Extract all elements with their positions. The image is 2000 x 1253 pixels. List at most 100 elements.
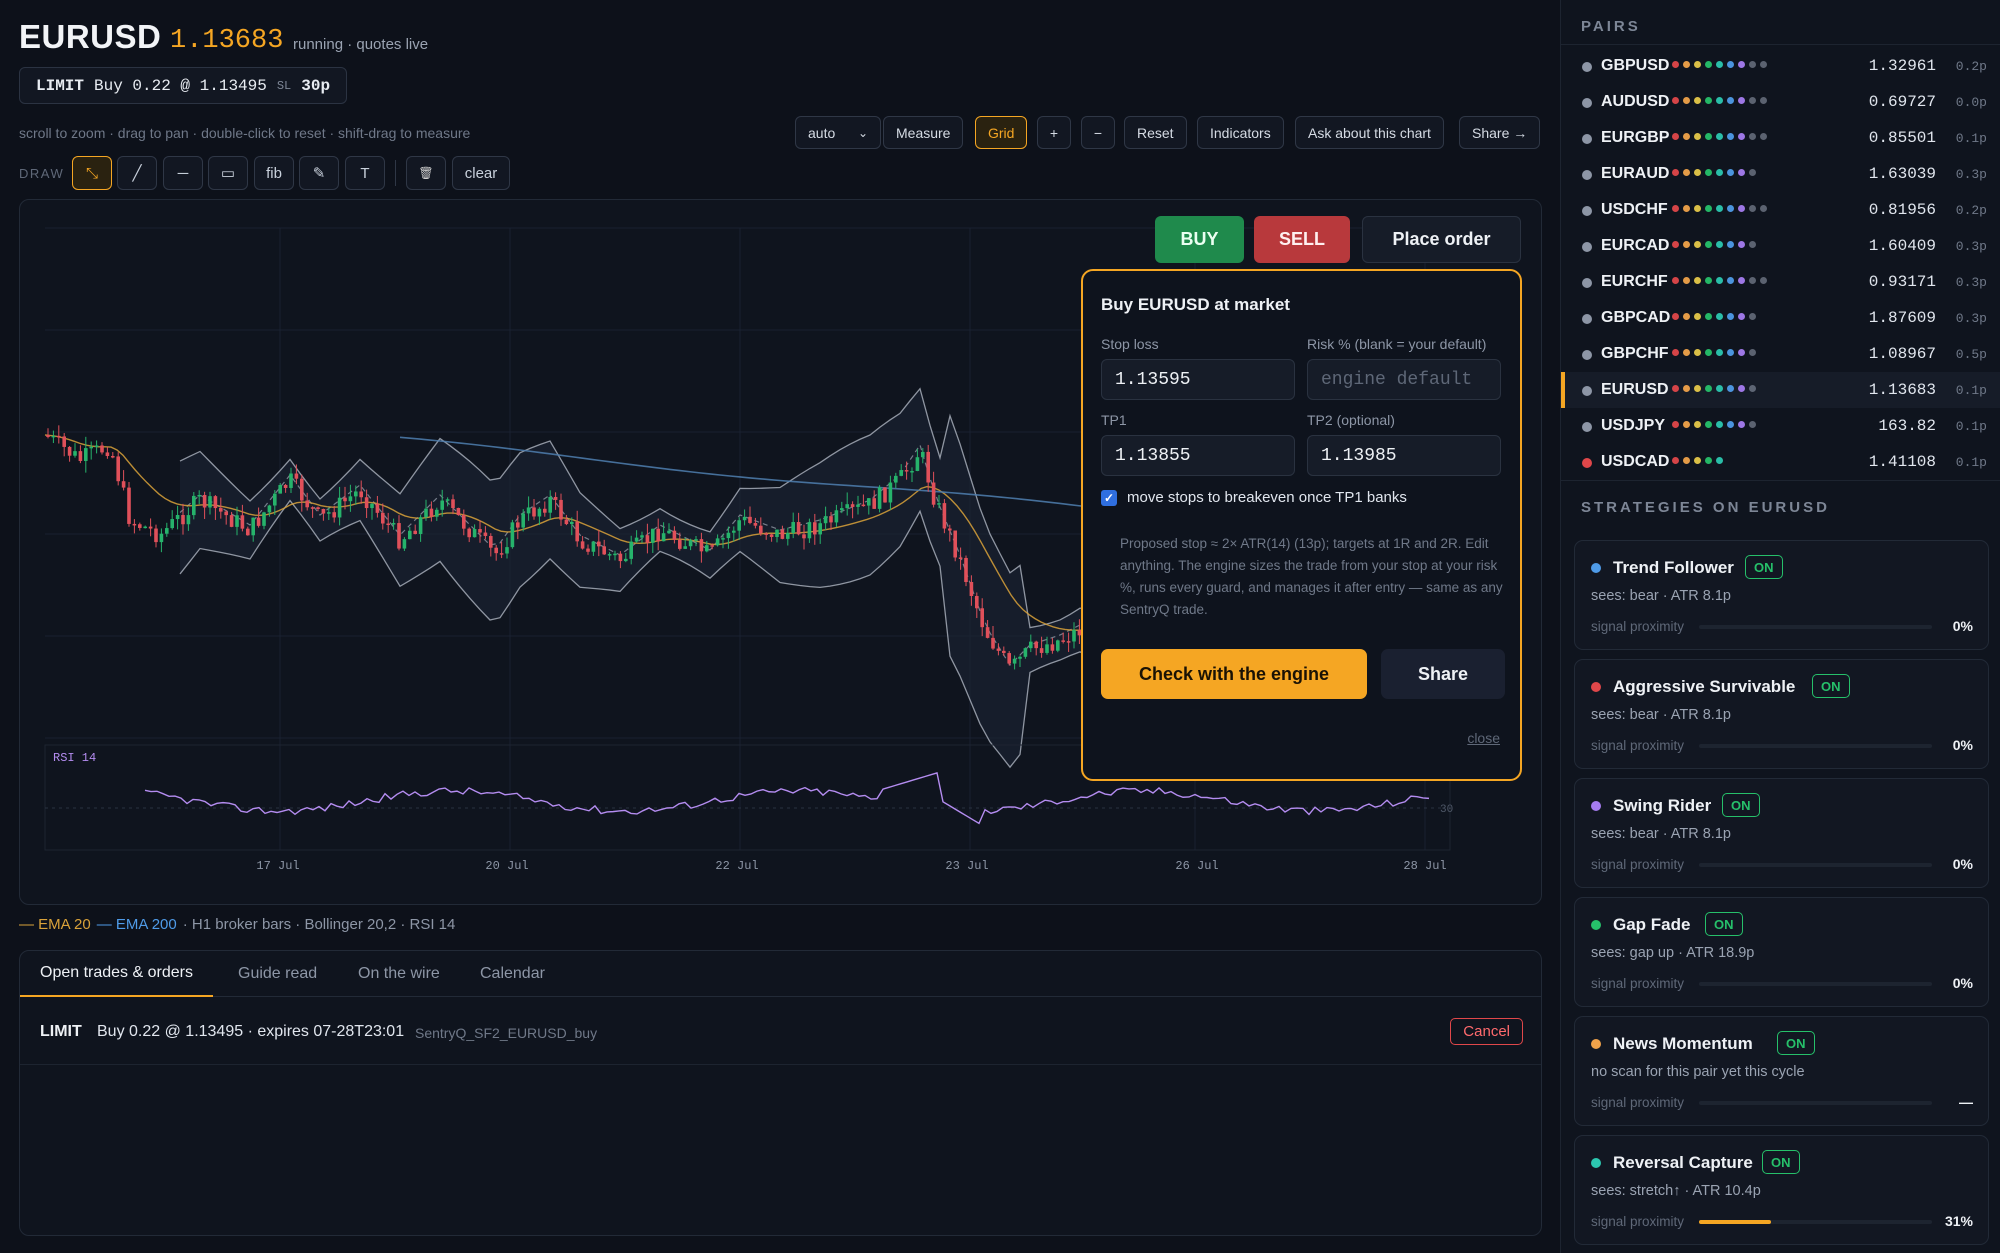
trendline-tool-button[interactable]: ╱ [117,156,157,190]
pair-row-gbpchf[interactable]: GBPCHF 1.08967 0.5p [1561,336,2000,372]
tab-on-the-wire[interactable]: On the wire [338,951,460,997]
strategy-status-badge[interactable]: ON [1722,793,1760,817]
pair-spread: 0.1p [1955,131,1987,146]
indicators-button[interactable]: Indicators [1197,116,1284,149]
candle-body [116,456,120,482]
stop-loss-input[interactable]: 1.13595 [1101,359,1295,400]
buy-button[interactable]: BUY [1155,216,1244,263]
candle-body [894,475,898,483]
close-link[interactable]: close [1467,730,1500,746]
pair-strategy-dot [1705,349,1712,356]
pair-row-euraud[interactable]: EURAUD 1.63039 0.3p [1561,156,2000,192]
fib-tool-button[interactable]: fib [254,156,294,190]
pair-row-gbpcad[interactable]: GBPCAD 1.87609 0.3p [1561,300,2000,336]
timeframe-select[interactable]: auto ⌄ [795,116,881,149]
pair-row-usdcad[interactable]: USDCAD 1.41108 0.1p [1561,444,2000,480]
tab-guide-read[interactable]: Guide read [218,951,337,997]
pair-row-audusd[interactable]: AUDUSD 0.69727 0.0p [1561,84,2000,120]
grid-button[interactable]: Grid [975,116,1028,149]
candle-body [1023,648,1028,657]
sell-button[interactable]: SELL [1254,216,1350,263]
candle-body [505,547,509,554]
strategy-card[interactable]: Trend Follower ON sees: bear · ATR 8.1p sig… [1574,540,1989,650]
strategy-status-badge[interactable]: ON [1745,555,1783,579]
share-chart-button[interactable]: Share → [1459,116,1541,149]
pair-row-eurusd[interactable]: EURUSD 1.13683 0.1p [1561,372,2000,408]
fib-label: fib [266,164,282,182]
pair-row-eurcad[interactable]: EURCAD 1.60409 0.3p [1561,228,2000,264]
pair-spread: 0.1p [1955,383,1987,398]
candle-body [688,540,693,547]
measure-button[interactable]: Measure [883,116,964,149]
check-with-engine-button[interactable]: Check with the engine [1101,649,1367,699]
candle-body [521,513,525,528]
candle-body [818,523,822,535]
candle-body [359,491,363,498]
pair-strategy-dot [1727,385,1734,392]
reset-button[interactable]: Reset [1124,116,1187,149]
pair-strategy-dot [1672,133,1679,140]
candle-body [62,436,66,447]
pending-order-pill[interactable]: LIMIT Buy 0.22 @ 1.13495 SL 30p [19,67,348,104]
tab-calendar[interactable]: Calendar [460,951,565,997]
pair-row-eurchf[interactable]: EURCHF 0.93171 0.3p [1561,264,2000,300]
pair-row-usdjpy[interactable]: USDJPY 163.82 0.1p [1561,408,2000,444]
pair-row-eurgbp[interactable]: EURGBP 0.85501 0.1p [1561,120,2000,156]
hline-tool-button[interactable]: ─ [163,156,203,190]
strategy-status-badge[interactable]: ON [1777,1031,1815,1055]
candle-body [348,496,353,502]
pair-row-usdchf[interactable]: USDCHF 0.81956 0.2p [1561,192,2000,228]
pair-spread: 0.1p [1955,455,1987,470]
candle-body [294,473,299,479]
zoom-in-button[interactable]: + [1037,116,1071,149]
place-order-button[interactable]: Place order [1362,216,1521,263]
zoom-out-button[interactable]: − [1081,116,1115,149]
order-share-button[interactable]: Share [1381,649,1505,699]
strategy-card[interactable]: Gap Fade ON sees: gap up · ATR 18.9p signal… [1574,897,1989,1007]
pair-row-gbpusd[interactable]: GBPUSD 1.32961 0.2p [1561,48,2000,84]
pair-strategy-dots [1672,457,1723,464]
strategy-card[interactable]: Swing Rider ON sees: bear · ATR 8.1p signal… [1574,778,1989,888]
strategy-card[interactable]: Reversal Capture ON sees: stretch↑ · ATR 1… [1574,1135,1989,1245]
risk-input[interactable]: engine default [1307,359,1501,400]
breakeven-option[interactable]: ✓ move stops to breakeven once TP1 banks [1101,489,1407,506]
candle-body [391,523,396,525]
candle-body [494,547,498,554]
pair-strategy-dot [1716,349,1723,356]
strategy-status-badge[interactable]: ON [1812,674,1850,698]
pair-strategy-dots [1672,97,1767,104]
rectangle-tool-button[interactable]: ▭ [208,156,248,190]
strategy-name: Gap Fade [1613,915,1691,934]
pair-status-dot [1582,458,1592,468]
strategy-status-badge[interactable]: ON [1705,912,1743,936]
tab-open-trades[interactable]: Open trades & orders [20,951,213,997]
breakeven-checkbox[interactable]: ✓ [1101,489,1117,506]
text-tool-button[interactable]: T [345,156,385,190]
candle-body [440,500,444,510]
cursor-tool-button[interactable]: ⤡ [72,156,112,190]
ask-chart-button[interactable]: Ask about this chart [1295,116,1444,149]
strategy-card[interactable]: Aggressive Survivable ON sees: bear · ATR … [1574,659,1989,769]
order-row-tag: SentryQ_SF2_EURUSD_buy [415,1025,598,1041]
candle-body [262,512,266,526]
candle-body [197,495,201,497]
signal-proximity-bar [1699,1220,1932,1224]
pair-strategy-dot [1694,169,1701,176]
candle-body [300,478,304,501]
x-tick-label: 23 Jul [945,859,988,873]
pair-strategy-dot [1727,169,1734,176]
brush-tool-button[interactable]: ✎ [299,156,339,190]
candle-body [219,508,223,512]
pair-strategy-dot [1716,385,1723,392]
trash-icon: 🗑 [418,166,434,180]
cancel-order-button[interactable]: Cancel [1450,1018,1523,1045]
tp1-input[interactable]: 1.13855 [1101,435,1295,476]
strategy-status-badge[interactable]: ON [1762,1150,1800,1174]
candle-body [327,512,331,514]
tp2-input[interactable]: 1.13985 [1307,435,1501,476]
delete-tool-button[interactable]: 🗑 [406,156,446,190]
strategy-card[interactable]: News Momentum ON no scan for this pair yet… [1574,1016,1989,1126]
pair-strategy-dot [1672,241,1679,248]
clear-drawings-button[interactable]: clear [452,156,510,190]
pair-name: GBPCAD [1601,309,1671,326]
